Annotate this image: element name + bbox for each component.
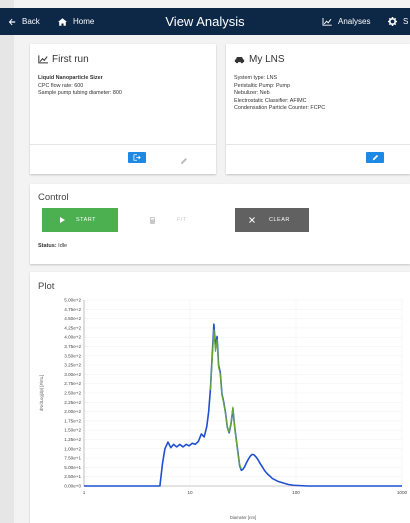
tubing-diameter: Sample pump tubing diameter: 800 (38, 90, 122, 97)
y-tick-label: 0.00e+0 (64, 484, 81, 489)
y-tick-label: 2.00e+2 (64, 409, 81, 414)
status-value: Idle (58, 243, 68, 249)
particle-counter: Condensation Particle Counter: FCPC (234, 105, 326, 112)
start-button[interactable]: START (42, 208, 118, 232)
chart-line-icon (38, 55, 48, 64)
analyses-label: Analyses (338, 17, 371, 26)
left-edge-strip (0, 0, 14, 523)
size-distribution-chart: 0.00e+0 2.50e+1 5.00e+1 7.50e+1 1.00e+2 1.25e… (39, 298, 408, 521)
cpc-flow-rate: CPC flow rate: 600 (38, 82, 84, 89)
export-icon (133, 154, 141, 161)
y-tick-label: 1.50e+2 (64, 428, 81, 433)
y-tick-label: 4.25e+2 (64, 325, 81, 330)
electrostatic-classifier: Electrostatic Classifier: AFIMC (234, 97, 307, 104)
x-tick-label: 1 (83, 490, 86, 495)
series-1-line (209, 329, 242, 470)
x-tick-label: 100 (292, 490, 300, 495)
y-tick-label: 1.75e+2 (64, 418, 81, 423)
y-tick-label: 2.50e+1 (64, 474, 81, 479)
back-label: Back (22, 17, 40, 26)
y-tick-label: 2.50e+2 (64, 391, 81, 396)
fit-button[interactable]: FIT (150, 208, 200, 232)
system-type: System type: LNS (234, 75, 278, 81)
edit-system-button[interactable] (366, 152, 384, 163)
run-card-header: First run (38, 54, 89, 65)
calculator-icon (150, 216, 155, 224)
x-tick-label: 10 (187, 490, 193, 495)
clear-button[interactable]: CLEAR (235, 208, 309, 232)
system-card-title: My LNS (249, 54, 285, 65)
plot-card: Plot 0.00e+0 2.50e+1 5.00e+1 7.50e+1 1.00e+2… (30, 272, 410, 523)
system-card-details: System type: LNS Peristaltic Pump: Pump … (234, 75, 325, 113)
y-tick-label: 3.25e+2 (64, 363, 81, 368)
nebulizer: Nebulizer: Neb (234, 90, 270, 97)
y-tick-label: 3.50e+2 (64, 353, 81, 358)
y-tick-label: 3.00e+2 (64, 372, 81, 377)
fit-label: FIT (177, 217, 187, 223)
control-title: Control (38, 192, 69, 203)
home-label: Home (73, 17, 95, 26)
arrow-left-icon (8, 18, 16, 25)
play-icon (60, 217, 65, 223)
y-tick-label: 4.00e+2 (64, 335, 81, 340)
analyses-button[interactable]: Analyses (322, 8, 370, 35)
card-divider (30, 144, 216, 145)
status-line: Status: Idle (38, 243, 67, 249)
export-button[interactable] (128, 152, 146, 163)
instrument-name: Liquid Nanoparticle Sizer (38, 75, 103, 81)
system-card-header: My LNS (234, 54, 285, 65)
system-card: My LNS System type: LNS Peristaltic Pump… (226, 44, 410, 174)
start-label: START (76, 217, 97, 223)
y-tick-label: 2.25e+2 (64, 400, 81, 405)
y-tick-label: 5.00e+1 (64, 465, 81, 470)
x-axis-ticks: 1 10 100 1000 (83, 490, 408, 495)
clear-label: CLEAR (269, 217, 290, 223)
settings-button[interactable]: S (388, 8, 408, 35)
pencil-icon (372, 154, 378, 161)
close-icon (249, 217, 255, 223)
y-tick-label: 3.75e+2 (64, 344, 81, 349)
chart-line-icon (322, 17, 332, 26)
card-divider (226, 144, 410, 145)
home-icon (58, 17, 67, 26)
run-card-title: First run (52, 54, 89, 65)
gear-icon (388, 17, 397, 26)
x-axis-label: Diameter [nm] (230, 515, 256, 520)
car-icon (234, 56, 245, 63)
y-tick-label: 4.75e+2 (64, 307, 81, 312)
y-tick-label: 5.00e+2 (64, 298, 81, 303)
y-tick-label: 2.75e+2 (64, 381, 81, 386)
top-navbar: Back Home View Analysis Analyses S (0, 8, 410, 35)
y-tick-label: 7.50e+1 (64, 456, 81, 461)
control-card: Control START FIT CLEAR Status: Idle (30, 184, 410, 264)
y-tick-label: 4.50e+2 (64, 316, 81, 321)
y-tick-label: 1.25e+2 (64, 437, 81, 442)
run-card-details: Liquid Nanoparticle Sizer CPC flow rate:… (38, 75, 122, 98)
peristaltic-pump: Peristaltic Pump: Pump (234, 82, 291, 89)
pencil-icon (180, 157, 188, 165)
y-tick-label: 1.00e+2 (64, 446, 81, 451)
back-button[interactable]: Back (8, 8, 40, 35)
series-0-line (84, 323, 402, 487)
edit-run-button[interactable] (180, 152, 190, 165)
y-axis-label: dN/dLog(dp) [#/mL] (39, 375, 44, 411)
home-button[interactable]: Home (58, 8, 94, 35)
status-label: Status: (38, 243, 57, 249)
chart-grid (83, 299, 403, 487)
run-card: First run Liquid Nanoparticle Sizer CPC … (30, 44, 216, 174)
settings-label: S (403, 17, 409, 26)
y-axis-ticks: 0.00e+0 2.50e+1 5.00e+1 7.50e+1 1.00e+2 1.25e… (64, 298, 81, 489)
x-tick-label: 1000 (397, 490, 408, 495)
